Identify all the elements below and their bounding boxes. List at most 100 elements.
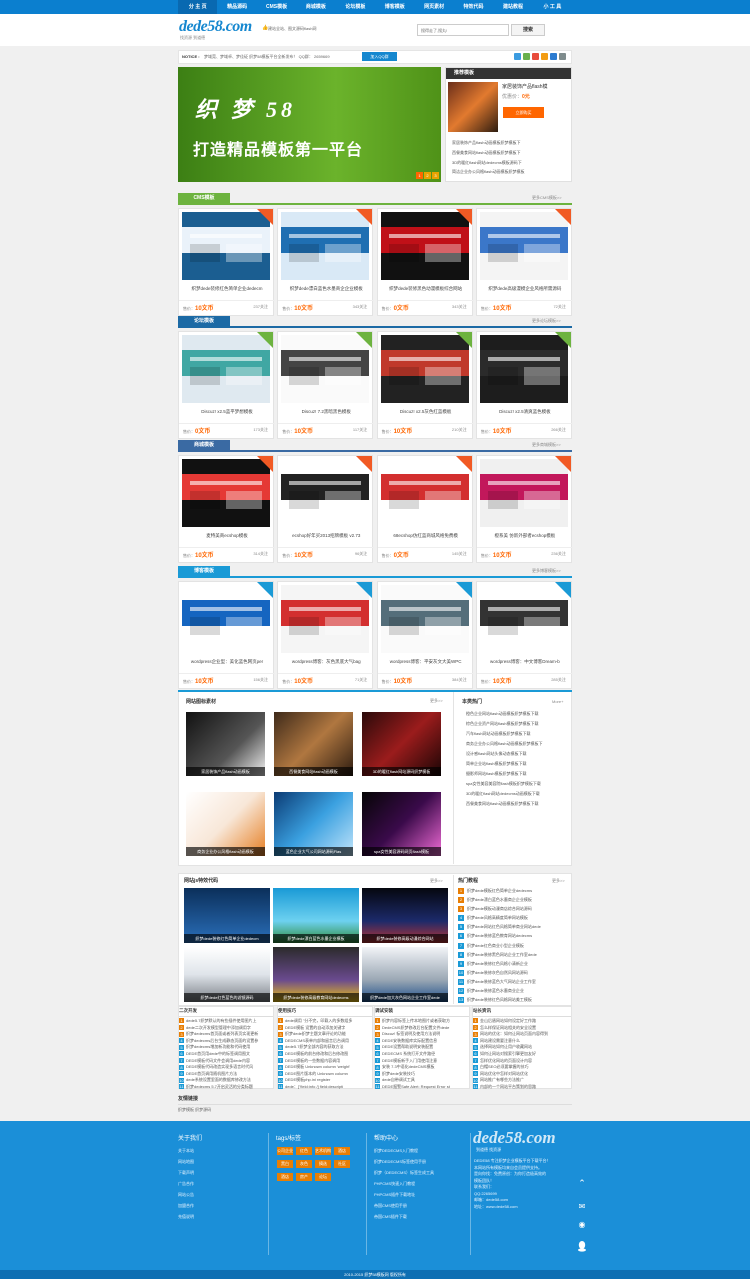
list-link[interactable]: 织梦dede安装技巧 [382,1071,415,1076]
list-link[interactable]: DEDE模板php.ini register [285,1077,330,1082]
tag-chip[interactable]: 房产 [296,1173,312,1181]
footer-link[interactable]: 关于本站 [178,1145,194,1156]
list-link[interactable]: dede调用 "分不完，印载入的多数组多 [285,1018,352,1023]
nav-item-home[interactable]: 分 主 页 [178,0,218,14]
tutorial-more-link[interactable]: 更多>> [552,878,565,884]
list-item[interactable]: 6 如何让网站对搜索引擎更加友好 [473,1051,571,1058]
list-item[interactable]: 9 DEDE首页调用随机图片方法 [179,1071,273,1078]
list-item[interactable]: 4 DEDE安装数据库实际配置信息 [375,1038,469,1045]
search-input[interactable] [417,24,509,36]
nav-item-forum[interactable]: 论坛模板 [336,0,375,14]
list-link[interactable]: 安装 7.3中语化dedeCMS模板 [382,1064,434,1069]
list-link[interactable]: DEDE首页用dede中的标签调用图文 [186,1051,250,1056]
recommend-title[interactable]: 家居装饰产品flash模 [502,83,548,90]
list-link[interactable]: dede5.7织梦全部内容的获取方法 [285,1044,343,1049]
list-item[interactable]: 3 网站的优化：如何让网站页面内容得到 [473,1031,571,1038]
hot-list-item[interactable]: 3D的暖红flash网站dedecms动画模板下载 [466,789,570,799]
effects-more-link[interactable]: 更多>> [430,878,443,884]
list-item[interactable]: 简洁企业办公风格flash动画模板织梦模板 [452,167,570,177]
card-title[interactable]: 麦特美商ecshop模板 [181,533,273,539]
tutorial-list-item[interactable]: 2 织梦dede漂白蓝色水墨商企企业模板 [458,895,570,904]
buy-now-button[interactable]: 立即购买 [503,107,544,118]
list-item[interactable]: 7 DEDE模板新手入门用使用注意 [375,1058,469,1065]
list-link[interactable]: DEDE模板代码改造实现多语言时代风 [186,1064,253,1069]
list-link[interactable]: 织梦dedecms增加新功能和代码使用 [186,1044,250,1049]
list-link[interactable]: Discuz! 标签说明及使用方法说明 [382,1031,440,1036]
template-card[interactable]: wordpress博客：平安灰文大美WPC 售价：10文币 384关注 [376,581,474,689]
effects-tile[interactable]: 织梦dede红色蓝色的滤镜源码 [184,947,270,1002]
list-item[interactable]: 西餐美食网站flash动画模板织梦模板下 [452,148,570,158]
list-item[interactable]: 4 织梦dedecms后台生成静态页面的设置参 [179,1038,273,1045]
list-link[interactable]: dede5.7织梦默认的有些插件使用图片上 [186,1018,256,1023]
tag-chip[interactable]: 灰色 [296,1160,312,1168]
list-item[interactable]: 2 DEDE模板 设置的自动添加关键字 [278,1025,372,1032]
card-title[interactable]: wordpress博客：平安灰文大美WPC [380,659,472,665]
list-item[interactable]: 3D的暖红flash网站dedecms模板源码下 [452,158,570,168]
list-item[interactable]: 6 DEDE首页用dede中的标签调用图文 [179,1051,273,1058]
list-item[interactable]: 1 金山后盾网站如何设定好工作路 [473,1018,571,1025]
list-item[interactable]: 4 DEDECMS表单内部和留言后台调用 [278,1038,372,1045]
list-link[interactable]: DEDE模板新手入门用使用注意 [382,1058,437,1063]
tile-caption[interactable]: 西餐美食网站flash动画模板 [274,767,353,776]
template-card[interactable]: 织梦dede高级漫模企业风格所需源码 售价：10文币 72关注 [475,208,573,316]
list-link[interactable]: 怎样优化网站的页面设计内容 [480,1058,532,1063]
tutorial-list-item[interactable]: 5 织梦dede网站红色风格简单商业网站dede [458,922,570,931]
nav-item-source[interactable]: 精品源码 [217,0,256,14]
tutorial-list-item[interactable]: 11 织梦dede装修蓝色大气网站企业工作室 [458,977,570,986]
template-card[interactable]: 橙系美 仿新外部者ecshop模板 售价：10文币 236关注 [475,455,573,563]
list-link[interactable]: 内部的一个网站平台策划的思路 [480,1084,536,1089]
list-link[interactable]: 网站优化中怎样对网站优化 [480,1071,528,1076]
template-card[interactable]: ecshop好年买2013招牌模板 v2.73 售价：10文币 96关注 [277,455,375,563]
list-item[interactable]: 8 安装 7.3中语化dedeCMS模板 [375,1064,469,1071]
effects-tile[interactable]: 织梦dede装修高级教育网站dedecms [273,947,359,1002]
list-link[interactable]: 如何让网站对搜索引擎更加友好 [480,1051,536,1056]
tile-caption[interactable]: 织梦dede红色蓝色的滤镜源码 [184,993,270,1002]
section-tab[interactable]: 论坛模板 [178,316,230,326]
nav-item-cms[interactable]: CMS模板 [257,0,296,14]
list-item[interactable]: 3 织梦dedecms首页面或者列表页实现更新 [179,1031,273,1038]
tag-chip[interactable]: 摘选 [315,1160,331,1168]
card-title[interactable]: wordpress博客：中文博客Dream-b [479,659,571,665]
tile-caption[interactable]: 织梦dede漂白蓝色水墨企业模板 [273,934,359,943]
footer-link[interactable]: PHPCMS插件下载地址 [374,1189,434,1200]
list-item[interactable]: 3 织梦dede织梦主题文章评论的功能 [278,1031,372,1038]
footer-link[interactable]: 下载声明 [178,1167,194,1178]
list-link[interactable]: DEDE模板 设置的自动添加关键字 [285,1025,345,1030]
list-link[interactable]: dede二次开发模型管理中添加调用字 [186,1025,251,1030]
banner-dot[interactable]: 1 [416,172,423,179]
banner-dot[interactable]: 2 [424,172,431,179]
footer-link[interactable]: 帝国CMS使用手册 [374,1200,434,1211]
list-link[interactable]: 网站的优化：如何让网站页面内容得到 [480,1031,548,1036]
tutorial-list-item[interactable]: 10 织梦dede装修灰色自然风网站源码 [458,968,570,977]
effects-tile[interactable]: 织梦dede装修高级动漫综合网站 [362,888,448,943]
tag-chip[interactable]: 社区 [334,1160,350,1168]
list-link[interactable]: DEDE模板 Unknown column 'weight' [285,1064,350,1069]
section-tab[interactable]: 商城模板 [178,440,230,450]
list-item[interactable]: 家居装饰产品flash动画模板织梦模板下 [452,138,570,148]
template-card[interactable]: wordpress博客：灰色黑底大气bag 售价：10文币 71关注 [277,581,375,689]
list-link[interactable]: DEDECMS表单内部和留言后台调用 [285,1038,349,1043]
effects-tile[interactable]: 织梦dede装修红色简单企业dedecm [184,888,270,943]
list-item[interactable]: 2 dede二次开发模型管理中添加调用字 [179,1025,273,1032]
tag-chip[interactable]: 论坛 [315,1173,331,1181]
section-more-link[interactable]: 更多商城模板>> [532,442,561,448]
tile-caption[interactable]: 织梦dede加大灰色网站企业工作室dede [362,993,448,1002]
list-item[interactable]: 1 dede调用 "分不完，印载入的多数组多 [278,1018,372,1025]
list-link[interactable]: DEDE首页调用随机图片方法 [186,1071,237,1076]
list-item[interactable]: 11 dede：["field:info /] field:descripti [278,1084,372,1091]
banner-slider[interactable] [178,67,441,182]
effects-tile[interactable]: 织梦dede漂白蓝色水墨企业模板 [273,888,359,943]
nav-item-material[interactable]: 网页素材 [414,0,453,14]
tutorial-link[interactable]: 织梦dede装修灰色自然风网站源码 [467,970,528,975]
list-link[interactable]: 织梦dede织梦主题文章评论的功能 [285,1031,346,1036]
template-card[interactable]: 麦特美商ecshop模板 售价：10文币 314关注 [178,455,275,563]
card-title[interactable]: wordpress博客：灰色黑底大气bag [280,659,372,665]
list-link[interactable]: DEDE报警Safe Alert: Request Error st [382,1084,450,1089]
tag-chip[interactable]: 酒店 [334,1147,350,1155]
footer-link[interactable]: 织梦DEDECMS入门教程 [374,1145,434,1156]
hot-list-item[interactable]: 棕色企业资产网站flash模板织梦模板下载 [466,719,570,729]
list-item[interactable]: 2 DedeCMS织梦修改后台配置文件dede [375,1025,469,1032]
card-title[interactable]: wordpress企业型：美化蓝色网页per [181,659,273,665]
tag-chip[interactable]: 公司企业 [277,1147,293,1155]
card-title[interactable]: 织梦dede高级漫模企业风格所需源码 [479,286,571,292]
